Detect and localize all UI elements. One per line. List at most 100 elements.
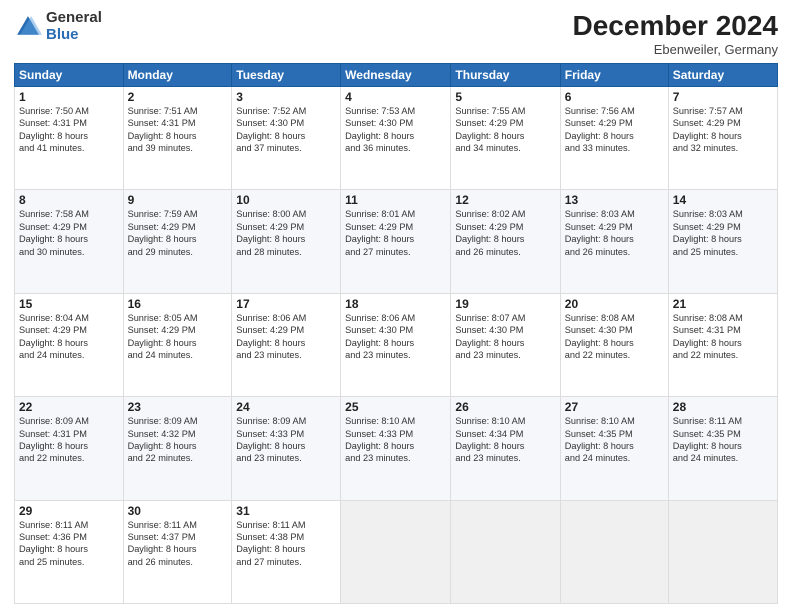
day-info: Sunrise: 8:10 AM Sunset: 4:35 PM Dayligh… [565, 415, 664, 465]
day-info: Sunrise: 8:11 AM Sunset: 4:36 PM Dayligh… [19, 519, 119, 569]
calendar-cell [560, 500, 668, 603]
calendar-cell: 29Sunrise: 8:11 AM Sunset: 4:36 PM Dayli… [15, 500, 124, 603]
weekday-header-saturday: Saturday [668, 64, 777, 87]
generalblue-icon [14, 13, 42, 41]
day-number: 13 [565, 193, 664, 207]
weekday-header-sunday: Sunday [15, 64, 124, 87]
day-number: 22 [19, 400, 119, 414]
day-number: 28 [673, 400, 773, 414]
day-info: Sunrise: 7:52 AM Sunset: 4:30 PM Dayligh… [236, 105, 336, 155]
day-number: 5 [455, 90, 555, 104]
day-number: 21 [673, 297, 773, 311]
day-number: 18 [345, 297, 446, 311]
month-title: December 2024 [573, 10, 778, 42]
header: General Blue December 2024 Ebenweiler, G… [14, 10, 778, 57]
calendar-cell: 22Sunrise: 8:09 AM Sunset: 4:31 PM Dayli… [15, 397, 124, 500]
day-info: Sunrise: 8:11 AM Sunset: 4:37 PM Dayligh… [128, 519, 228, 569]
day-info: Sunrise: 8:08 AM Sunset: 4:31 PM Dayligh… [673, 312, 773, 362]
logo: General Blue [14, 10, 102, 43]
day-info: Sunrise: 7:50 AM Sunset: 4:31 PM Dayligh… [19, 105, 119, 155]
day-info: Sunrise: 8:10 AM Sunset: 4:33 PM Dayligh… [345, 415, 446, 465]
day-number: 23 [128, 400, 228, 414]
location-subtitle: Ebenweiler, Germany [573, 42, 778, 57]
calendar-cell: 1Sunrise: 7:50 AM Sunset: 4:31 PM Daylig… [15, 87, 124, 190]
day-info: Sunrise: 8:03 AM Sunset: 4:29 PM Dayligh… [673, 208, 773, 258]
calendar-cell: 3Sunrise: 7:52 AM Sunset: 4:30 PM Daylig… [232, 87, 341, 190]
page: General Blue December 2024 Ebenweiler, G… [0, 0, 792, 612]
calendar-cell: 4Sunrise: 7:53 AM Sunset: 4:30 PM Daylig… [341, 87, 451, 190]
calendar-cell: 26Sunrise: 8:10 AM Sunset: 4:34 PM Dayli… [451, 397, 560, 500]
calendar-cell: 18Sunrise: 8:06 AM Sunset: 4:30 PM Dayli… [341, 293, 451, 396]
calendar-table: SundayMondayTuesdayWednesdayThursdayFrid… [14, 63, 778, 604]
title-block: December 2024 Ebenweiler, Germany [573, 10, 778, 57]
day-number: 11 [345, 193, 446, 207]
calendar-cell [451, 500, 560, 603]
day-number: 20 [565, 297, 664, 311]
calendar-cell: 21Sunrise: 8:08 AM Sunset: 4:31 PM Dayli… [668, 293, 777, 396]
day-number: 4 [345, 90, 446, 104]
day-info: Sunrise: 7:55 AM Sunset: 4:29 PM Dayligh… [455, 105, 555, 155]
week-row-2: 8Sunrise: 7:58 AM Sunset: 4:29 PM Daylig… [15, 190, 778, 293]
day-number: 8 [19, 193, 119, 207]
day-number: 3 [236, 90, 336, 104]
day-number: 9 [128, 193, 228, 207]
day-info: Sunrise: 8:06 AM Sunset: 4:30 PM Dayligh… [345, 312, 446, 362]
day-number: 26 [455, 400, 555, 414]
weekday-header-row: SundayMondayTuesdayWednesdayThursdayFrid… [15, 64, 778, 87]
day-number: 10 [236, 193, 336, 207]
day-info: Sunrise: 8:06 AM Sunset: 4:29 PM Dayligh… [236, 312, 336, 362]
week-row-1: 1Sunrise: 7:50 AM Sunset: 4:31 PM Daylig… [15, 87, 778, 190]
calendar-cell: 19Sunrise: 8:07 AM Sunset: 4:30 PM Dayli… [451, 293, 560, 396]
calendar-cell: 28Sunrise: 8:11 AM Sunset: 4:35 PM Dayli… [668, 397, 777, 500]
calendar-cell: 14Sunrise: 8:03 AM Sunset: 4:29 PM Dayli… [668, 190, 777, 293]
calendar-cell: 7Sunrise: 7:57 AM Sunset: 4:29 PM Daylig… [668, 87, 777, 190]
calendar-cell: 10Sunrise: 8:00 AM Sunset: 4:29 PM Dayli… [232, 190, 341, 293]
day-info: Sunrise: 8:09 AM Sunset: 4:31 PM Dayligh… [19, 415, 119, 465]
day-info: Sunrise: 8:05 AM Sunset: 4:29 PM Dayligh… [128, 312, 228, 362]
day-number: 17 [236, 297, 336, 311]
day-info: Sunrise: 8:08 AM Sunset: 4:30 PM Dayligh… [565, 312, 664, 362]
calendar-cell: 20Sunrise: 8:08 AM Sunset: 4:30 PM Dayli… [560, 293, 668, 396]
day-number: 15 [19, 297, 119, 311]
calendar-cell: 13Sunrise: 8:03 AM Sunset: 4:29 PM Dayli… [560, 190, 668, 293]
day-number: 31 [236, 504, 336, 518]
day-info: Sunrise: 7:58 AM Sunset: 4:29 PM Dayligh… [19, 208, 119, 258]
calendar-cell: 30Sunrise: 8:11 AM Sunset: 4:37 PM Dayli… [123, 500, 232, 603]
calendar-cell: 25Sunrise: 8:10 AM Sunset: 4:33 PM Dayli… [341, 397, 451, 500]
weekday-header-thursday: Thursday [451, 64, 560, 87]
day-number: 27 [565, 400, 664, 414]
calendar-cell [668, 500, 777, 603]
day-info: Sunrise: 8:09 AM Sunset: 4:33 PM Dayligh… [236, 415, 336, 465]
day-info: Sunrise: 8:03 AM Sunset: 4:29 PM Dayligh… [565, 208, 664, 258]
day-info: Sunrise: 8:01 AM Sunset: 4:29 PM Dayligh… [345, 208, 446, 258]
calendar-cell [341, 500, 451, 603]
calendar-cell: 31Sunrise: 8:11 AM Sunset: 4:38 PM Dayli… [232, 500, 341, 603]
day-number: 24 [236, 400, 336, 414]
calendar-cell: 9Sunrise: 7:59 AM Sunset: 4:29 PM Daylig… [123, 190, 232, 293]
weekday-header-monday: Monday [123, 64, 232, 87]
calendar-cell: 23Sunrise: 8:09 AM Sunset: 4:32 PM Dayli… [123, 397, 232, 500]
day-number: 2 [128, 90, 228, 104]
calendar-cell: 17Sunrise: 8:06 AM Sunset: 4:29 PM Dayli… [232, 293, 341, 396]
day-info: Sunrise: 7:51 AM Sunset: 4:31 PM Dayligh… [128, 105, 228, 155]
day-info: Sunrise: 8:09 AM Sunset: 4:32 PM Dayligh… [128, 415, 228, 465]
calendar-cell: 24Sunrise: 8:09 AM Sunset: 4:33 PM Dayli… [232, 397, 341, 500]
calendar-cell: 12Sunrise: 8:02 AM Sunset: 4:29 PM Dayli… [451, 190, 560, 293]
day-info: Sunrise: 8:02 AM Sunset: 4:29 PM Dayligh… [455, 208, 555, 258]
day-info: Sunrise: 8:00 AM Sunset: 4:29 PM Dayligh… [236, 208, 336, 258]
day-info: Sunrise: 8:04 AM Sunset: 4:29 PM Dayligh… [19, 312, 119, 362]
logo-text: General Blue [46, 10, 102, 43]
day-number: 1 [19, 90, 119, 104]
day-info: Sunrise: 7:57 AM Sunset: 4:29 PM Dayligh… [673, 105, 773, 155]
day-info: Sunrise: 8:11 AM Sunset: 4:35 PM Dayligh… [673, 415, 773, 465]
calendar-cell: 27Sunrise: 8:10 AM Sunset: 4:35 PM Dayli… [560, 397, 668, 500]
day-number: 14 [673, 193, 773, 207]
day-info: Sunrise: 7:53 AM Sunset: 4:30 PM Dayligh… [345, 105, 446, 155]
day-info: Sunrise: 8:11 AM Sunset: 4:38 PM Dayligh… [236, 519, 336, 569]
day-number: 30 [128, 504, 228, 518]
day-number: 12 [455, 193, 555, 207]
day-number: 6 [565, 90, 664, 104]
logo-general-label: General [46, 10, 102, 27]
day-number: 25 [345, 400, 446, 414]
weekday-header-friday: Friday [560, 64, 668, 87]
